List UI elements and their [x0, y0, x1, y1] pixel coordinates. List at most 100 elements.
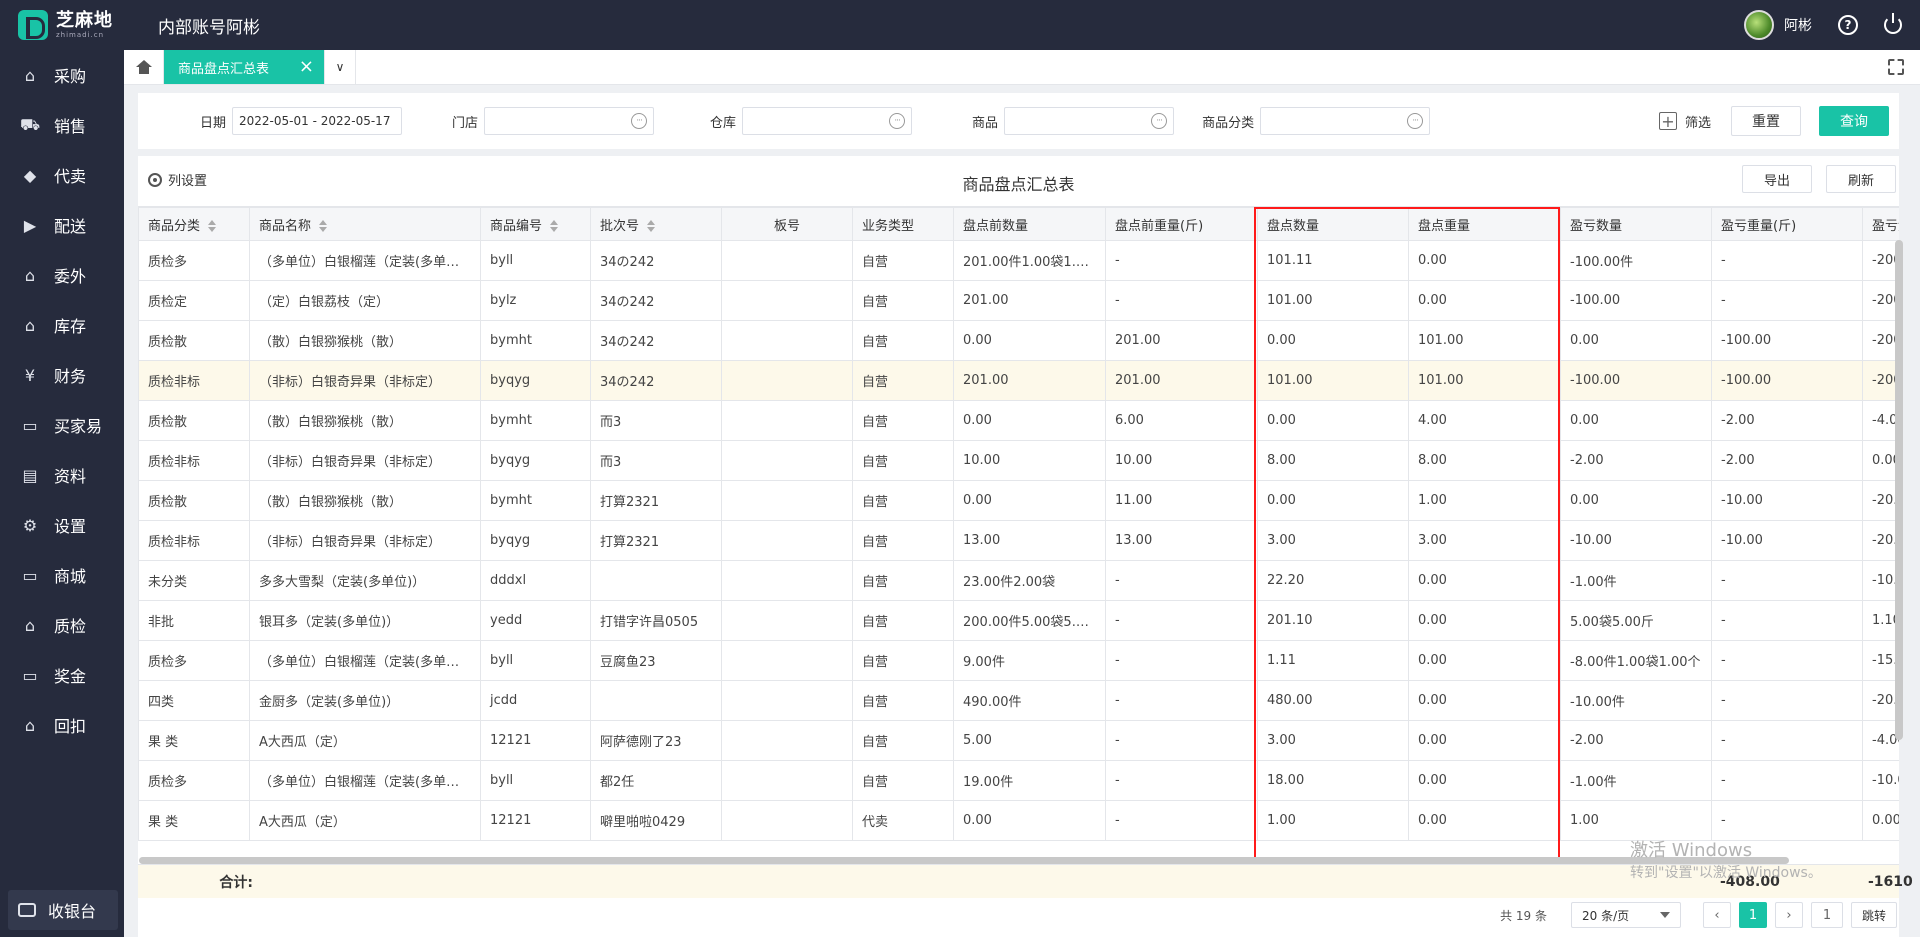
table-cell: 0.00: [1408, 760, 1561, 801]
prev-page-button[interactable]: ‹: [1702, 902, 1731, 928]
table-cell: 果 类: [138, 800, 250, 841]
table-row[interactable]: 质检非标 （非标）白银奇异果（非标定） byqyg 34の242 自营 201.00 201…: [138, 360, 1899, 401]
cashier-button[interactable]: 收银台: [8, 890, 118, 930]
table-cell: -100.00: [1711, 360, 1863, 401]
table-row[interactable]: 四类 金厨多（定装(多单位)） jcdd 自营 490.00件 -480.00 0.00 -1…: [138, 680, 1899, 721]
table-row[interactable]: 质检非标 （非标）白银奇异果（非标定） byqyg 而3 自营 10.00 10.00 8.0…: [138, 440, 1899, 481]
column-header[interactable]: 商品名称: [249, 207, 481, 241]
column-header[interactable]: 板号: [721, 207, 853, 241]
column-header[interactable]: 盘点前数量: [953, 207, 1106, 241]
tab-inventory-summary[interactable]: 商品盘点汇总表 ×: [164, 50, 324, 84]
more-icon[interactable]: ···: [1151, 113, 1168, 129]
table-row[interactable]: 质检散 （散）白银猕猴桃（散） bymht 打算2321 自营 0.00 11.00 0.00…: [138, 480, 1899, 521]
table-cell: -200: [1862, 320, 1899, 361]
query-button[interactable]: 查询: [1819, 106, 1889, 136]
sidebar-item-6[interactable]: ¥ 财务: [0, 350, 124, 400]
table-row[interactable]: 质检多 （多单位）白银榴莲（定装(多单位)） byll 34の242 自营 201.00件…: [138, 240, 1899, 281]
more-icon[interactable]: ···: [889, 113, 906, 129]
table-row[interactable]: 果 类 A大西瓜（定） 12121 阿萨德刚了23 自营 5.00-3.00 0.00 -2.…: [138, 720, 1899, 761]
table-row[interactable]: 质检定 （定）白银荔枝（定） bylz 34の242 自营 201.00-101.00 0.…: [138, 280, 1899, 321]
column-header[interactable]: 盘点数量: [1257, 207, 1409, 241]
logout-icon[interactable]: [1884, 13, 1902, 34]
table-cell: 质检非标: [138, 520, 250, 561]
column-header[interactable]: 盘点前重量(斤): [1105, 207, 1258, 241]
category-label: 商品分类: [1202, 115, 1255, 131]
export-button[interactable]: 导出: [1742, 165, 1812, 193]
logo[interactable]: 芝麻地 zhimadi.cn: [0, 0, 124, 50]
table-row[interactable]: 质检非标 （非标）白银奇异果（非标定） byqyg 打算2321 自营 13.00 13.0…: [138, 520, 1899, 561]
help-icon[interactable]: ?: [1838, 15, 1858, 35]
close-icon[interactable]: ×: [299, 58, 314, 76]
table-cell: jcdd: [480, 680, 591, 721]
table-cell: 201.00: [1105, 320, 1258, 361]
user-menu[interactable]: 阿彬: [1744, 10, 1812, 40]
page-button-1[interactable]: 1: [1738, 902, 1767, 928]
sidebar-item-12[interactable]: ▭ 奖金: [0, 650, 124, 700]
chevron-down-icon[interactable]: ∨: [324, 50, 356, 84]
sort-icon[interactable]: [208, 220, 217, 232]
table-cell: [721, 320, 853, 361]
sidebar-item-5[interactable]: ⌂ 库存: [0, 300, 124, 350]
sidebar-item-11[interactable]: ⌂ 质检: [0, 600, 124, 650]
home-tab[interactable]: [124, 50, 164, 84]
table-row[interactable]: 质检多 （多单位）白银榴莲（定装(多单位)） byll 豆腐鱼23 自营 9.00件 -1.…: [138, 640, 1899, 681]
warehouse-select[interactable]: ···: [742, 107, 913, 135]
sort-icon[interactable]: [550, 220, 559, 232]
column-header[interactable]: 盈亏金: [1862, 207, 1899, 241]
sort-icon[interactable]: [647, 220, 656, 232]
sidebar-item-7[interactable]: ▭ 买家易: [0, 400, 124, 450]
column-header[interactable]: 业务类型: [852, 207, 954, 241]
column-header[interactable]: 盘点重量: [1408, 207, 1561, 241]
table-cell: -100.00件: [1560, 240, 1712, 281]
fullscreen-icon[interactable]: [1888, 59, 1904, 75]
table-cell: 4.00: [1408, 400, 1561, 441]
reset-button[interactable]: 重置: [1731, 106, 1801, 136]
product-select[interactable]: ···: [1004, 107, 1175, 135]
table-cell: 0.00: [1257, 480, 1409, 521]
column-header[interactable]: 盈亏数量: [1560, 207, 1712, 241]
jump-button[interactable]: 跳转: [1850, 902, 1897, 928]
sidebar-item-9[interactable]: ⚙ 设置: [0, 500, 124, 550]
more-icon[interactable]: ···: [1407, 113, 1424, 129]
refresh-button[interactable]: 刷新: [1826, 165, 1896, 193]
vertical-scrollbar[interactable]: [1895, 240, 1903, 740]
page-size-select[interactable]: 20 条/页: [1570, 902, 1681, 928]
table-row[interactable]: 非批 银耳多（定装(多单位)） yedd 打错字许昌0505 自营 200.00件5.00…: [138, 600, 1899, 641]
sidebar-item-4[interactable]: ⌂ 委外: [0, 250, 124, 300]
table-cell: -: [1711, 680, 1863, 721]
horizontal-scrollbar[interactable]: [139, 857, 1789, 864]
table-cell: 1.00: [1257, 800, 1409, 841]
column-header[interactable]: 批次号: [590, 207, 722, 241]
column-header[interactable]: 商品分类: [138, 207, 250, 241]
screen-toggle[interactable]: + 筛选: [1658, 112, 1711, 131]
table-row[interactable]: 未分类 多多大雪梨（定装(多单位)） dddxl 自营 23.00件2.00袋 -22.2…: [138, 560, 1899, 601]
sidebar-item-0[interactable]: ⌂ 采购: [0, 50, 124, 100]
table-cell: -: [1105, 280, 1258, 321]
sort-icon[interactable]: [319, 220, 328, 232]
date-range-input[interactable]: 2022-05-01 - 2022-05-17: [232, 107, 403, 135]
sidebar-item-8[interactable]: ▤ 资料: [0, 450, 124, 500]
table-cell: （定）白银荔枝（定）: [249, 280, 481, 321]
table-row[interactable]: 质检散 （散）白银猕猴桃（散） bymht 34の242 自营 0.00 201.00 0.0…: [138, 320, 1899, 361]
table-cell: 101.00: [1257, 360, 1409, 401]
sidebar-item-13[interactable]: ⌂ 回扣: [0, 700, 124, 750]
category-select[interactable]: ···: [1260, 107, 1431, 135]
table-cell: 金厨多（定装(多单位)）: [249, 680, 481, 721]
table-cell: [721, 600, 853, 641]
jump-page-input[interactable]: 1: [1810, 902, 1843, 928]
store-select[interactable]: ···: [484, 107, 655, 135]
table-row[interactable]: 质检散 （散）白银猕猴桃（散） bymht 而3 自营 0.00 6.00 0.00 4.00 0…: [138, 400, 1899, 441]
more-icon[interactable]: ···: [631, 113, 648, 129]
next-page-button[interactable]: ›: [1774, 902, 1803, 928]
table-cell: 0.00: [953, 400, 1106, 441]
table-cell: -2.00: [1560, 440, 1712, 481]
sidebar-item-3[interactable]: ▶ 配送: [0, 200, 124, 250]
sidebar-item-2[interactable]: ◆ 代卖: [0, 150, 124, 200]
column-header[interactable]: 商品编号: [480, 207, 591, 241]
sidebar-item-1[interactable]: ⛟ 销售: [0, 100, 124, 150]
column-header[interactable]: 盈亏重量(斤): [1711, 207, 1863, 241]
table-row[interactable]: 质检多 （多单位）白银榴莲（定装(多单位)） byll 都2任 自营 19.00件 -18.…: [138, 760, 1899, 801]
table-row[interactable]: 果 类 A大西瓜（定） 12121 噼里啪啦0429 代卖 0.00-1.00 0.00 1.…: [138, 800, 1899, 841]
sidebar-item-10[interactable]: ▭ 商城: [0, 550, 124, 600]
table-cell: 3.00: [1408, 520, 1561, 561]
